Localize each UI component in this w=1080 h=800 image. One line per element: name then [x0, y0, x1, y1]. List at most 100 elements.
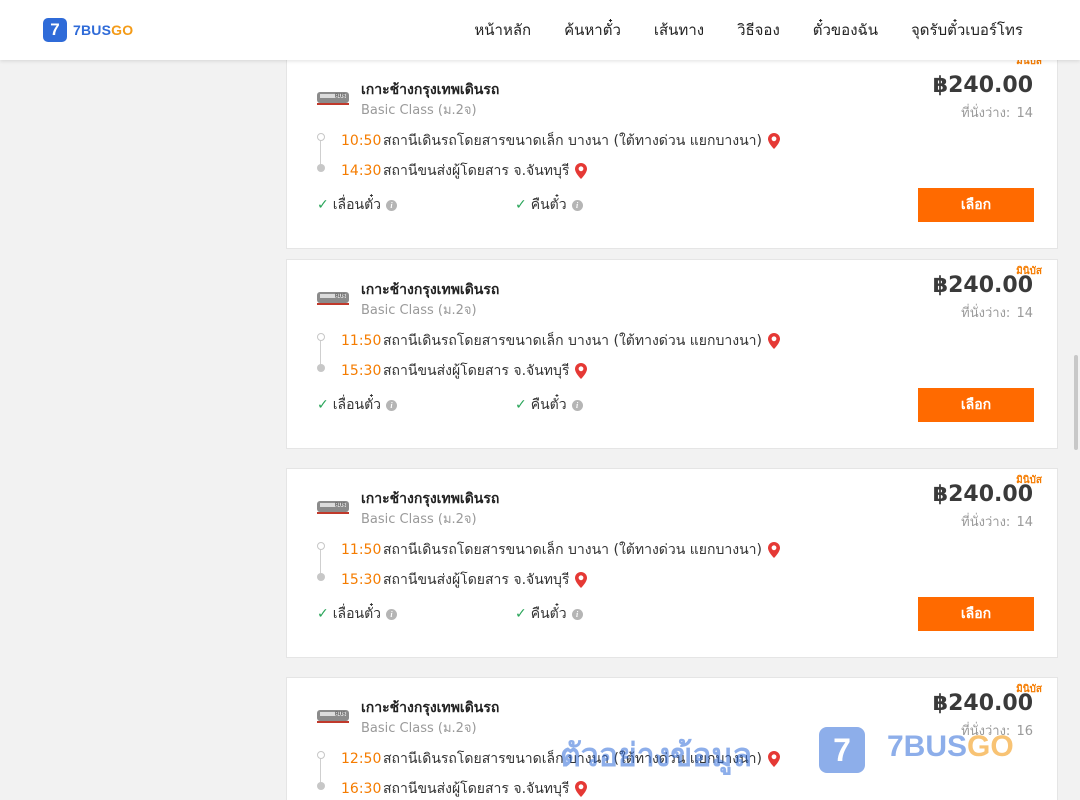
map-pin-icon[interactable]	[767, 333, 780, 349]
info-icon[interactable]: i	[571, 199, 583, 211]
feature-refund: ✓ คืนตั๋ว i	[515, 394, 583, 416]
map-pin-icon[interactable]	[767, 133, 780, 149]
operator-name: เกาะช้างกรุงเทพเดินรถ	[361, 282, 500, 298]
bus-operator-logo-icon: BUS	[317, 501, 349, 514]
seats-available: ที่นั่งว่าง: 14	[961, 515, 1033, 530]
operator-name: เกาะช้างกรุงเทพเดินรถ	[361, 700, 500, 716]
page-scrollbar[interactable]	[1072, 60, 1080, 800]
top-navbar: 7 7BUSGO หน้าหลัก ค้นหาตั๋ว เส้นทาง วิธี…	[0, 0, 1080, 60]
nav-ticket-pickup[interactable]: จุดรับตั๋วเบอร์โทร	[911, 18, 1023, 42]
check-icon: ✓	[317, 606, 329, 622]
nav-how-to-book[interactable]: วิธีจอง	[737, 18, 780, 42]
departure-row: 11:50 สถานีเดินรถโดยสารขนาดเล็ก บางนา (ใ…	[341, 539, 780, 561]
arrival-station: สถานีขนส่งผู้โดยสาร จ.จันทบุรี	[383, 163, 570, 179]
info-icon[interactable]: i	[571, 399, 583, 411]
arrival-time: 15:30	[341, 572, 382, 588]
map-pin-icon[interactable]	[575, 572, 588, 588]
scrollbar-thumb[interactable]	[1074, 355, 1078, 450]
arrival-station: สถานีขนส่งผู้โดยสาร จ.จันทบุรี	[383, 572, 570, 588]
select-trip-button[interactable]: เลือก	[918, 388, 1034, 422]
departure-time: 11:50	[341, 333, 382, 349]
check-icon: ✓	[515, 197, 527, 213]
feature-reschedule: ✓ เลื่อนตั๋ว i	[317, 603, 398, 625]
logo-mark-icon: 7	[43, 18, 67, 42]
check-icon: ✓	[515, 606, 527, 622]
arrival-row: 15:30 สถานีขนส่งผู้โดยสาร จ.จันทบุรี	[341, 569, 588, 591]
feature-refund: ✓ คืนตั๋ว i	[515, 194, 583, 216]
departure-row: 12:50 สถานีเดินรถโดยสารขนาดเล็ก บางนา (ใ…	[341, 748, 780, 770]
operator-name: เกาะช้างกรุงเทพเดินรถ	[361, 491, 500, 507]
arrival-dot-icon	[317, 782, 325, 790]
seats-available: ที่นั่งว่าง: 14	[961, 106, 1033, 121]
arrival-row: 14:30 สถานีขนส่งผู้โดยสาร จ.จันทบุรี	[341, 160, 588, 182]
trip-card: มินิบัส BUS เกาะช้างกรุงเทพเดินรถ Basic …	[286, 468, 1058, 658]
map-pin-icon[interactable]	[767, 751, 780, 767]
departure-dot-icon	[317, 751, 325, 759]
main-nav: หน้าหลัก ค้นหาตั๋ว เส้นทาง วิธีจอง ตั๋วข…	[441, 0, 1023, 60]
select-trip-button[interactable]: เลือก	[918, 597, 1034, 631]
nav-home[interactable]: หน้าหลัก	[474, 18, 531, 42]
trip-price: ฿240.00	[932, 73, 1033, 98]
departure-time: 10:50	[341, 133, 382, 149]
map-pin-icon[interactable]	[575, 363, 588, 379]
arrival-row: 15:30 สถานีขนส่งผู้โดยสาร จ.จันทบุรี	[341, 360, 588, 382]
departure-time: 12:50	[341, 751, 382, 767]
vehicle-type-tag: มินิบัส	[1016, 59, 1042, 67]
check-icon: ✓	[317, 197, 329, 213]
arrival-dot-icon	[317, 573, 325, 581]
arrival-dot-icon	[317, 364, 325, 372]
info-icon[interactable]: i	[386, 399, 398, 411]
info-icon[interactable]: i	[571, 608, 583, 620]
feature-reschedule: ✓ เลื่อนตั๋ว i	[317, 394, 398, 416]
bus-operator-logo-icon: BUS	[317, 292, 349, 305]
nav-routes[interactable]: เส้นทาง	[654, 18, 704, 42]
nav-my-tickets[interactable]: ตั๋วของฉัน	[813, 18, 878, 42]
departure-station: สถานีเดินรถโดยสารขนาดเล็ก บางนา (ใต้ทางด…	[383, 542, 762, 558]
map-pin-icon[interactable]	[575, 163, 588, 179]
trip-card: มินิบัส BUS เกาะช้างกรุงเทพเดินรถ Basic …	[286, 259, 1058, 449]
departure-row: 11:50 สถานีเดินรถโดยสารขนาดเล็ก บางนา (ใ…	[341, 330, 780, 352]
bus-operator-logo-icon: BUS	[317, 710, 349, 723]
info-icon[interactable]: i	[386, 608, 398, 620]
map-pin-icon[interactable]	[767, 542, 780, 558]
bus-operator-logo-icon: BUS	[317, 92, 349, 105]
info-icon[interactable]: i	[386, 199, 398, 211]
select-trip-button[interactable]: เลือก	[918, 188, 1034, 222]
departure-dot-icon	[317, 333, 325, 341]
arrival-time: 15:30	[341, 363, 382, 379]
departure-time: 11:50	[341, 542, 382, 558]
trip-price: ฿240.00	[932, 482, 1033, 507]
arrival-time: 16:30	[341, 781, 382, 797]
nav-search-ticket[interactable]: ค้นหาตั๋ว	[564, 18, 621, 42]
departure-dot-icon	[317, 542, 325, 550]
bus-class: Basic Class (ม.2จ)	[361, 721, 477, 736]
trip-card: มินิบัส BUS เกาะช้างกรุงเทพเดินรถ Basic …	[286, 677, 1058, 800]
map-pin-icon[interactable]	[575, 781, 588, 797]
operator-name: เกาะช้างกรุงเทพเดินรถ	[361, 82, 500, 98]
seats-available: ที่นั่งว่าง: 14	[961, 306, 1033, 321]
departure-station: สถานีเดินรถโดยสารขนาดเล็ก บางนา (ใต้ทางด…	[383, 333, 762, 349]
logo-text: 7BUSGO	[73, 22, 134, 38]
bus-class: Basic Class (ม.2จ)	[361, 103, 477, 118]
bus-class: Basic Class (ม.2จ)	[361, 512, 477, 527]
site-logo[interactable]: 7 7BUSGO	[43, 18, 133, 42]
departure-station: สถานีเดินรถโดยสารขนาดเล็ก บางนา (ใต้ทางด…	[383, 751, 762, 767]
departure-row: 10:50 สถานีเดินรถโดยสารขนาดเล็ก บางนา (ใ…	[341, 130, 780, 152]
svg-text:BUS: BUS	[335, 294, 346, 300]
bus-class: Basic Class (ม.2จ)	[361, 303, 477, 318]
check-icon: ✓	[317, 397, 329, 413]
trip-price: ฿240.00	[932, 691, 1033, 716]
departure-station: สถานีเดินรถโดยสารขนาดเล็ก บางนา (ใต้ทางด…	[383, 133, 762, 149]
arrival-station: สถานีขนส่งผู้โดยสาร จ.จันทบุรี	[383, 363, 570, 379]
feature-refund: ✓ คืนตั๋ว i	[515, 603, 583, 625]
check-icon: ✓	[515, 397, 527, 413]
svg-text:BUS: BUS	[335, 503, 346, 509]
arrival-time: 14:30	[341, 163, 382, 179]
svg-text:BUS: BUS	[335, 94, 346, 100]
departure-dot-icon	[317, 133, 325, 141]
seats-available: ที่นั่งว่าง: 16	[961, 724, 1033, 739]
trip-card: มินิบัส BUS เกาะช้างกรุงเทพเดินรถ Basic …	[286, 59, 1058, 249]
svg-text:BUS: BUS	[335, 712, 346, 718]
feature-reschedule: ✓ เลื่อนตั๋ว i	[317, 194, 398, 216]
arrival-row: 16:30 สถานีขนส่งผู้โดยสาร จ.จันทบุรี	[341, 778, 588, 800]
